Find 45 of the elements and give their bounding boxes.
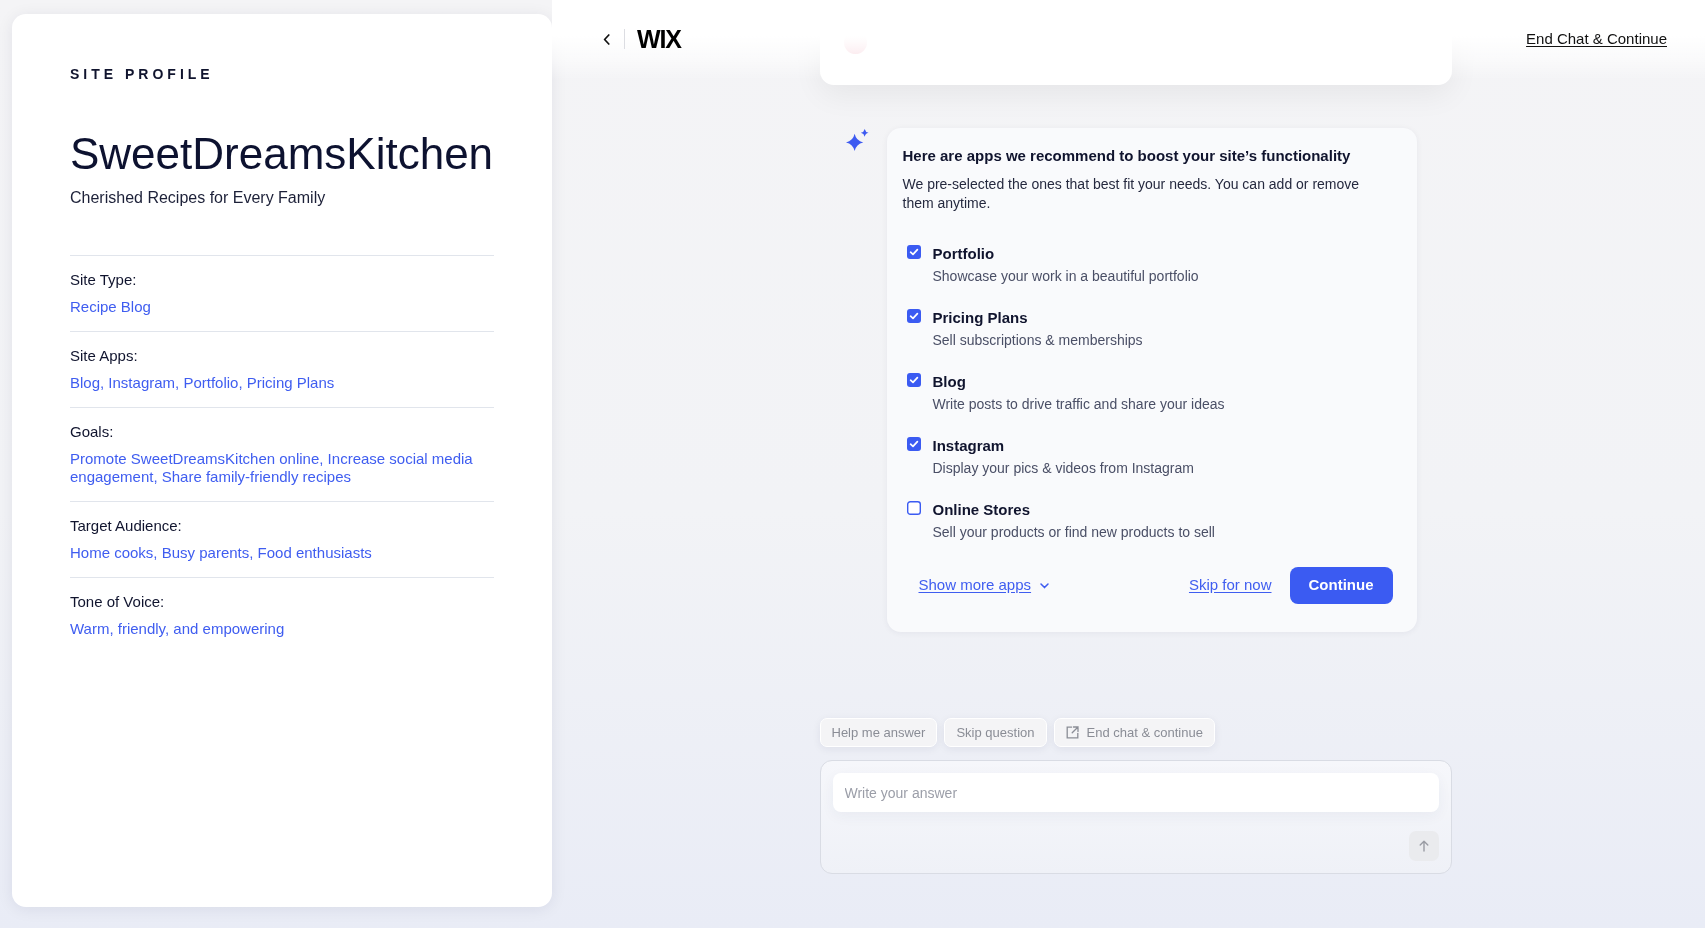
skip-link[interactable]: Skip for now xyxy=(1188,574,1272,597)
app-name: Blog xyxy=(932,372,967,392)
field-value: Blog, Instagram, Portfolio, Pricing Plans xyxy=(70,374,336,392)
site-tagline: Cherished Recipes for Every Family xyxy=(70,188,327,208)
arrow-up-icon xyxy=(1418,840,1429,852)
continue-button[interactable]: Continue xyxy=(1289,567,1393,604)
field-value: Recipe Blog xyxy=(70,298,152,316)
field-label: Site Type: xyxy=(70,270,138,290)
back-button[interactable] xyxy=(603,33,610,45)
end-chat-link[interactable]: End Chat & Continue xyxy=(1526,27,1667,51)
app-name: Instagram xyxy=(932,436,1006,456)
field-value: Warm, friendly, and empowering xyxy=(70,620,286,638)
checkbox[interactable] xyxy=(906,245,921,259)
checkbox[interactable] xyxy=(906,501,921,515)
chevron-left-icon xyxy=(603,33,610,45)
checkbox[interactable] xyxy=(906,309,921,323)
chevron-down-icon xyxy=(1040,582,1050,589)
card-title: Here are apps we recommend to boost your site’s functionality xyxy=(902,146,1352,166)
external-link-icon xyxy=(1065,726,1079,739)
app-name: Portfolio xyxy=(932,244,996,264)
checkbox[interactable] xyxy=(906,437,921,451)
field-label: Target Audience: xyxy=(70,516,183,536)
quick-reply-button[interactable]: End chat & continue xyxy=(1053,718,1215,747)
field-label: Tone of Voice: xyxy=(70,592,166,612)
site-name: SweetDreamsKitchen xyxy=(70,128,494,180)
field-label: Goals: xyxy=(70,422,115,442)
field-label: Site Apps: xyxy=(70,346,139,366)
answer-input[interactable]: Write your answer xyxy=(832,773,1439,812)
app-description: Showcase your work in a beautiful portfolio xyxy=(932,267,1199,286)
panel-heading: SITE PROFILE xyxy=(70,65,215,83)
quick-reply-button[interactable]: Skip question xyxy=(944,718,1047,747)
app-description: Sell subscriptions & memberships xyxy=(932,331,1143,350)
logo: WIX xyxy=(637,26,681,52)
card-description: We pre-selected the ones that best fit your needs. You can add or remove them anytime. xyxy=(902,175,1361,212)
app-description: Sell your products or find new products to sell xyxy=(932,523,1215,542)
quick-reply-button[interactable]: Help me answer xyxy=(819,718,938,747)
app-name: Pricing Plans xyxy=(932,308,1029,328)
app-name: Online Stores xyxy=(932,500,1032,520)
field-value: Home cooks, Busy parents, Food enthusiasts xyxy=(70,544,373,562)
checkbox[interactable] xyxy=(906,373,921,387)
sparkle-icon xyxy=(845,128,869,152)
app-description: Display your pics & videos from Instagram xyxy=(932,459,1194,478)
app-description: Write posts to drive traffic and share your ideas xyxy=(932,395,1225,414)
show-more-link[interactable]: Show more apps xyxy=(918,574,1050,597)
field-value: Promote SweetDreamsKitchen online, Increase social media engagement, Share family-friendly recipes xyxy=(70,450,474,486)
